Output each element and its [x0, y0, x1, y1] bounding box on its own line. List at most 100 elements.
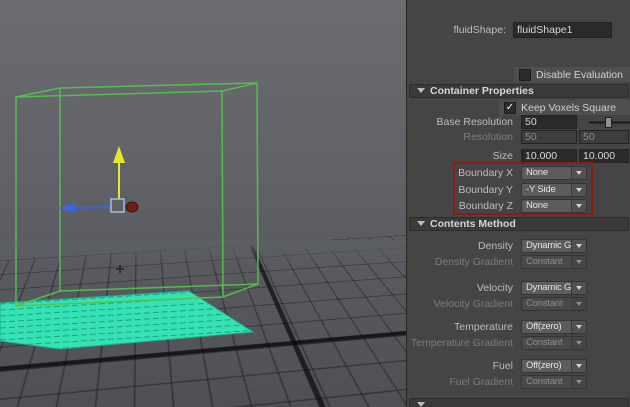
pivot-marker [116, 265, 124, 273]
maya-window: fluidShape: fluidShape1 Disable Evaluati… [0, 0, 630, 407]
density-gradient-value: Constant [522, 256, 571, 268]
velocity-label: Velocity [407, 281, 517, 296]
velocity-gradient-label: Velocity Gradient [407, 297, 517, 312]
attribute-editor-panel: fluidShape: fluidShape1 Disable Evaluati… [406, 0, 630, 407]
chevron-down-icon [576, 380, 582, 384]
size-row: Size 10.000 10.000 [407, 149, 630, 164]
fuel-dropdown-button[interactable] [571, 360, 586, 372]
temperature-gradient-row: Temperature Gradient Constant [407, 336, 630, 351]
section-header-clipped[interactable] [409, 398, 629, 407]
fluid-container-wireframe[interactable] [16, 83, 258, 306]
density-dropdown[interactable]: Dynamic Grid [521, 239, 587, 253]
fuel-gradient-label: Fuel Gradient [407, 375, 517, 390]
boundary-y-label: Boundary Y [407, 183, 517, 198]
keep-voxels-square-toggle[interactable]: ✓ Keep Voxels Square [499, 100, 630, 115]
base-resolution-input[interactable]: 50 [521, 115, 577, 129]
temperature-dropdown-button[interactable] [571, 321, 586, 333]
boundary-x-row: Boundary X None [407, 166, 630, 181]
boundary-z-dropdown-button[interactable] [571, 200, 586, 212]
boundary-z-dropdown[interactable]: None [521, 199, 587, 213]
chevron-down-icon [576, 204, 582, 208]
velocity-value: Dynamic Grid [522, 282, 571, 294]
manipulator-y-axis-arrow[interactable] [113, 146, 125, 199]
temperature-value: Off(zero) [522, 321, 571, 333]
density-gradient-dropdown: Constant [521, 255, 587, 269]
keep-voxels-square-label: Keep Voxels Square [521, 102, 616, 114]
base-resolution-row: Base Resolution 50 [407, 115, 630, 130]
resolution-x-input: 50 [521, 130, 577, 144]
base-resolution-label: Base Resolution [407, 115, 517, 130]
fuel-gradient-dropdown-button [571, 376, 586, 388]
resolution-row: Resolution 50 50 [407, 130, 630, 145]
fuel-row: Fuel Off(zero) [407, 359, 630, 374]
fuel-gradient-dropdown: Constant [521, 375, 587, 389]
viewport-3d[interactable] [0, 0, 406, 407]
temperature-gradient-value: Constant [522, 337, 571, 349]
collapse-triangle-icon [417, 221, 425, 226]
fuel-value: Off(zero) [522, 360, 571, 372]
fuel-gradient-row: Fuel Gradient Constant [407, 375, 630, 390]
temperature-gradient-dropdown: Constant [521, 336, 587, 350]
velocity-gradient-dropdown-button [571, 298, 586, 310]
resolution-y-input: 50 [579, 130, 629, 144]
move-manipulator[interactable] [58, 146, 138, 213]
boundary-z-label: Boundary Z [407, 199, 517, 214]
manipulator-x-axis-arrow[interactable] [58, 203, 111, 213]
fluidshape-name-input[interactable]: fluidShape1 [513, 22, 612, 38]
fluid-surface-plane[interactable] [0, 282, 260, 352]
size-label: Size [407, 149, 517, 164]
temperature-row: Temperature Off(zero) [407, 320, 630, 335]
boundary-y-dropdown-button[interactable] [571, 184, 586, 196]
section-header-container-properties[interactable]: Container Properties [409, 84, 629, 98]
base-resolution-slider[interactable] [589, 121, 630, 124]
disable-evaluation-checkbox[interactable] [519, 69, 531, 81]
velocity-row: Velocity Dynamic Grid [407, 281, 630, 296]
keep-voxels-square-checkbox[interactable]: ✓ [504, 102, 516, 114]
density-gradient-row: Density Gradient Constant [407, 255, 630, 270]
keep-voxels-square-row: ✓ Keep Voxels Square [407, 100, 630, 115]
fuel-dropdown[interactable]: Off(zero) [521, 359, 587, 373]
size-x-input[interactable]: 10.000 [521, 149, 577, 163]
temperature-dropdown[interactable]: Off(zero) [521, 320, 587, 334]
disable-evaluation-row: Disable Evaluation [407, 67, 630, 82]
fluidshape-label: fluidShape: [407, 22, 510, 37]
disable-evaluation-label: Disable Evaluation [536, 69, 623, 81]
boundary-y-row: Boundary Y -Y Side [407, 183, 630, 198]
boundary-z-row: Boundary Z None [407, 199, 630, 214]
fuel-label: Fuel [407, 359, 517, 374]
density-value: Dynamic Grid [522, 240, 571, 252]
boundary-x-dropdown-button[interactable] [571, 167, 586, 179]
boundary-z-value: None [522, 200, 571, 212]
chevron-down-icon [576, 260, 582, 264]
velocity-gradient-value: Constant [522, 298, 571, 310]
boundary-y-dropdown[interactable]: -Y Side [521, 183, 587, 197]
chevron-down-icon [576, 188, 582, 192]
density-dropdown-button[interactable] [571, 240, 586, 252]
density-gradient-dropdown-button [571, 256, 586, 268]
size-y-input[interactable]: 10.000 [579, 149, 629, 163]
boundary-x-dropdown[interactable]: None [521, 166, 587, 180]
checkmark-icon: ✓ [506, 102, 514, 113]
fluidshape-row: fluidShape: fluidShape1 [407, 22, 630, 38]
chevron-down-icon [576, 341, 582, 345]
temperature-gradient-dropdown-button [571, 337, 586, 349]
temperature-label: Temperature [407, 320, 517, 335]
velocity-gradient-dropdown: Constant [521, 297, 587, 311]
manipulator-center-handle[interactable] [111, 199, 124, 212]
chevron-down-icon [576, 286, 582, 290]
velocity-dropdown-button[interactable] [571, 282, 586, 294]
section-header-contents-method[interactable]: Contents Method [409, 217, 629, 231]
collapse-triangle-icon [417, 88, 425, 93]
disable-evaluation-toggle[interactable]: Disable Evaluation [514, 67, 630, 82]
manipulator-z-axis-handle[interactable] [126, 202, 138, 212]
boundary-x-value: None [522, 167, 571, 179]
density-label: Density [407, 239, 517, 254]
velocity-dropdown[interactable]: Dynamic Grid [521, 281, 587, 295]
chevron-down-icon [576, 171, 582, 175]
base-resolution-slider-handle[interactable] [605, 117, 612, 128]
velocity-gradient-row: Velocity Gradient Constant [407, 297, 630, 312]
density-row: Density Dynamic Grid [407, 239, 630, 254]
resolution-label: Resolution [407, 130, 517, 145]
boundary-y-value: -Y Side [522, 184, 571, 196]
density-gradient-label: Density Gradient [407, 255, 517, 270]
